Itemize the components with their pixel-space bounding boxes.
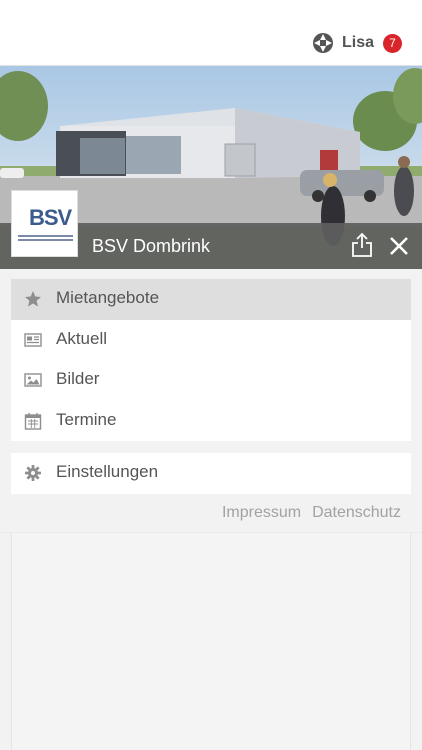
content-panel [11, 533, 411, 750]
datenschutz-link[interactable]: Datenschutz [312, 504, 401, 522]
menu-item-aktuell[interactable]: Aktuell [11, 320, 411, 361]
impressum-link[interactable]: Impressum [222, 504, 301, 522]
gear-icon [25, 465, 41, 481]
menu-item-label: Bilder [56, 369, 100, 388]
close-icon[interactable] [388, 235, 410, 257]
menu-item-termine[interactable]: Termine [11, 401, 411, 442]
logo-text: BSV [29, 205, 72, 230]
menu-item-label: Einstellungen [56, 462, 159, 481]
notification-badge[interactable]: 7 [383, 33, 402, 53]
footer-links: Impressum Datenschutz [222, 504, 401, 522]
menu-item-label: Mietangebote [56, 288, 160, 307]
top-bar: Lisa 7 [0, 0, 422, 66]
image-icon [24, 373, 42, 387]
menu-item-mietangebote[interactable]: Mietangebote [11, 279, 411, 320]
user-menu[interactable]: Lisa 7 [312, 32, 402, 54]
menu-item-einstellungen[interactable]: Einstellungen [11, 453, 411, 494]
logo-subtitle-lines [18, 235, 73, 241]
share-icon[interactable] [351, 232, 373, 258]
newspaper-icon [24, 332, 42, 347]
menu-item-bilder[interactable]: Bilder [11, 360, 411, 401]
company-logo: BSV [11, 190, 78, 257]
page-title: BSV Dombrink [92, 236, 211, 256]
star-icon [25, 291, 41, 307]
main-menu: Mietangebote Aktuell Bilder Termine [11, 279, 411, 441]
user-logo-icon [312, 33, 333, 53]
menu-item-label: Aktuell [56, 328, 108, 348]
calendar-icon [24, 412, 42, 430]
user-name[interactable]: Lisa [342, 34, 374, 52]
menu-item-label: Termine [56, 409, 117, 429]
